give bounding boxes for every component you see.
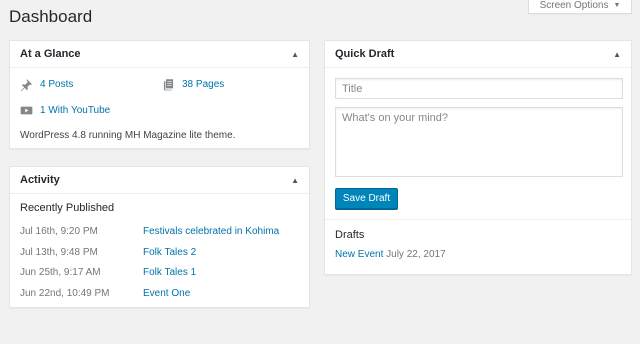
post-link[interactable]: Event One [143,288,190,299]
divider [325,219,631,220]
draft-content-textarea[interactable] [335,107,623,177]
caret-down-icon: ▼ [613,2,621,9]
pages-icon [162,78,175,91]
publish-date: Jul 16th, 9:20 PM [20,226,98,237]
publish-date: Jul 13th, 9:48 PM [20,247,98,258]
collapse-toggle-icon[interactable]: ▲ [613,50,621,59]
collapse-toggle-icon[interactable]: ▲ [291,50,299,59]
widget-title: At a Glance [20,48,81,60]
post-link[interactable]: Folk Tales 2 [143,247,196,258]
draft-title-input[interactable] [335,78,623,99]
widget-header[interactable]: Quick Draft ▲ [325,41,631,68]
youtube-count-link[interactable]: 1 With YouTube [20,104,110,117]
youtube-icon [20,104,33,117]
post-link[interactable]: Folk Tales 1 [143,267,196,278]
collapse-toggle-icon[interactable]: ▲ [291,176,299,185]
glance-items: 4 Posts 38 Pages 1 With YouTube [10,68,309,124]
pages-count-label: 38 Pages [182,79,225,90]
post-link[interactable]: Festivals celebrated in Kohima [143,226,279,237]
pages-count-link[interactable]: 38 Pages [162,78,224,91]
widget-title: Activity [20,174,60,186]
at-a-glance-widget: At a Glance ▲ 4 Posts 38 Pages 1 With Yo… [9,40,310,149]
version-text: WordPress 4.8 running MH Magazine lite t… [20,130,236,141]
page-title: Dashboard [9,7,93,26]
widget-title: Quick Draft [335,48,395,60]
draft-item: New Event July 22, 2017 [335,249,446,260]
posts-count-label: 4 Posts [40,79,74,90]
widget-header[interactable]: Activity ▲ [10,167,309,194]
publish-date: Jun 22nd, 10:49 PM [20,288,110,299]
publish-date: Jun 25th, 9:17 AM [20,267,101,278]
youtube-count-label: 1 With YouTube [40,105,111,116]
activity-widget: Activity ▲ Recently Published Jul 16th, … [9,166,310,308]
widget-header[interactable]: At a Glance ▲ [10,41,309,68]
save-draft-button[interactable]: Save Draft [335,188,398,209]
drafts-heading: Drafts [335,229,365,241]
screen-options-label: Screen Options [539,0,609,11]
posts-count-link[interactable]: 4 Posts [20,78,73,91]
pin-icon [20,78,33,91]
quick-draft-widget: Quick Draft ▲ Save Draft Drafts New Even… [324,40,632,275]
screen-options-button[interactable]: Screen Options ▼ [528,0,632,14]
draft-date: July 22, 2017 [386,249,446,260]
recently-published-heading: Recently Published [20,202,115,214]
draft-link[interactable]: New Event [335,249,383,260]
